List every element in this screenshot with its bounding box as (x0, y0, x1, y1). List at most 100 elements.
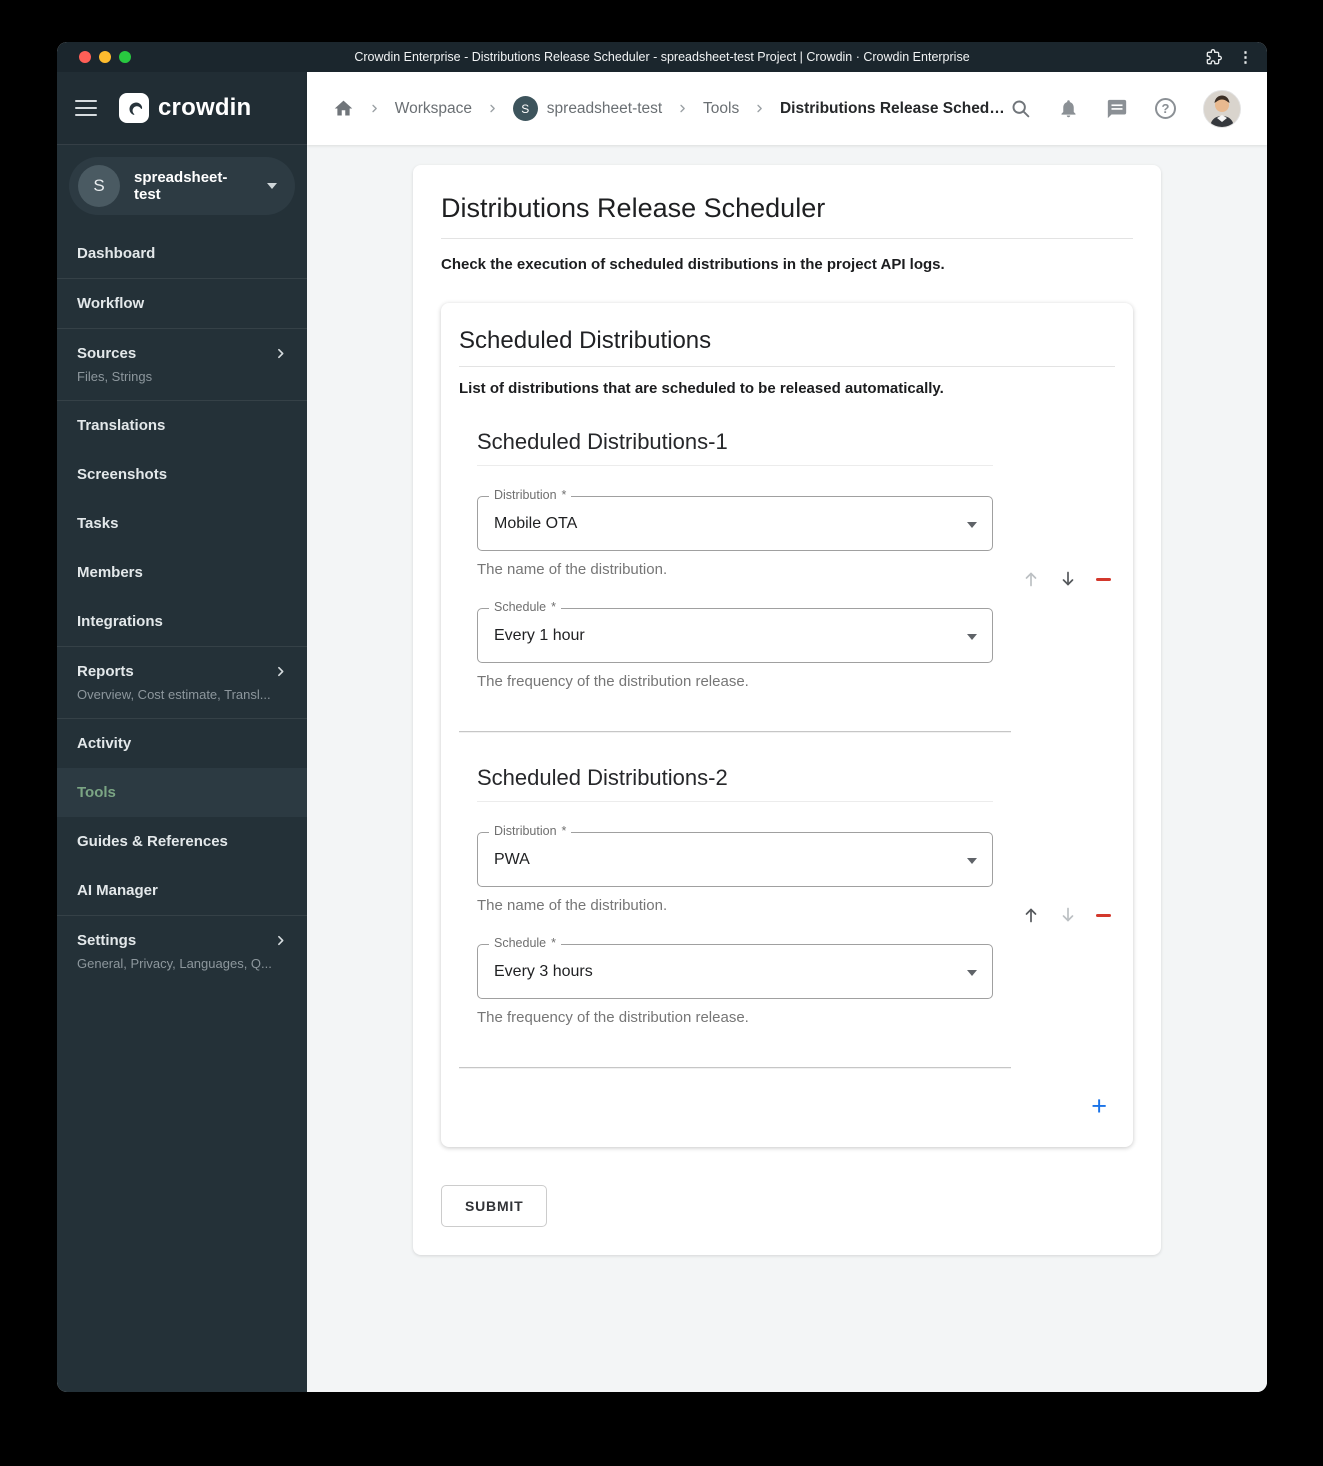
distribution-field: Distribution * PWA The name of the distr… (477, 824, 993, 914)
project-selector[interactable]: S spreadsheet-test (69, 157, 295, 215)
panel-title: Scheduled Distributions (459, 327, 1115, 367)
schedule-select[interactable]: Schedule * Every 3 hours (477, 936, 993, 999)
schedule-field: Schedule * Every 1 hour The frequency of… (477, 600, 993, 690)
sidebar-item-tasks[interactable]: Tasks (57, 499, 307, 548)
sidebar-item-sources[interactable]: Sources Files, Strings (57, 329, 307, 400)
close-window-button[interactable] (79, 51, 91, 63)
crowdin-wordmark: crowdin (158, 94, 252, 121)
selected-value: Mobile OTA (494, 514, 578, 532)
group-1-actions (1022, 570, 1111, 588)
panel-subtitle: List of distributions that are scheduled… (459, 380, 944, 397)
field-label: Schedule (494, 600, 547, 614)
move-down-icon[interactable] (1059, 570, 1077, 588)
desktop-background: Crowdin Enterprise - Distributions Relea… (0, 0, 1323, 1466)
required-mark: * (561, 824, 567, 838)
page-title: Distributions Release Scheduler (441, 193, 1133, 239)
sidebar-item-screenshots[interactable]: Screenshots (57, 450, 307, 499)
search-icon[interactable] (1010, 98, 1031, 119)
schedule-field: Schedule * Every 3 hours The frequency o… (477, 936, 993, 1026)
chevron-right-icon (278, 666, 284, 677)
browser-titlebar: Crowdin Enterprise - Distributions Relea… (57, 42, 1267, 72)
breadcrumb-workspace[interactable]: Workspace (395, 100, 472, 118)
schedule-select[interactable]: Schedule * Every 1 hour (477, 600, 993, 663)
sidebar-item-settings[interactable]: Settings General, Privacy, Languages, Q.… (57, 916, 307, 987)
breadcrumb: Workspace S spreadsheet-test Tools Distr… (333, 96, 1010, 121)
crowdin-logo-icon (119, 93, 149, 123)
breadcrumb-separator-icon (490, 104, 495, 113)
project-avatar: S (78, 165, 120, 207)
chevron-right-icon (278, 935, 284, 946)
required-mark: * (561, 488, 567, 502)
browser-window: Crowdin Enterprise - Distributions Relea… (57, 42, 1267, 1392)
field-label: Distribution (494, 824, 557, 838)
distribution-group-1: Scheduled Distributions-1 Distribution *… (477, 429, 1115, 690)
distribution-select[interactable]: Distribution * PWA (477, 824, 993, 887)
traffic-lights (79, 51, 131, 63)
group-title: Scheduled Distributions-2 (477, 765, 993, 802)
selected-value: PWA (494, 850, 530, 868)
user-avatar[interactable] (1203, 89, 1241, 128)
chevron-right-icon (278, 348, 284, 359)
dropdown-caret-icon (967, 633, 977, 640)
sidebar-item-dashboard[interactable]: Dashboard (57, 229, 307, 278)
breadcrumb-separator-icon (757, 104, 763, 113)
field-label: Distribution (494, 488, 557, 502)
sidebar-nav: Dashboard Workflow Sources Files, String… (57, 227, 307, 1392)
chevron-down-icon (267, 183, 277, 189)
browser-menu-icon[interactable]: ⋮ (1238, 48, 1253, 66)
field-label: Schedule (494, 936, 547, 950)
sidebar-item-integrations[interactable]: Integrations (57, 597, 307, 646)
breadcrumb-separator-icon (680, 104, 686, 113)
sidebar-item-translations[interactable]: Translations (57, 401, 307, 450)
chat-icon[interactable] (1106, 98, 1128, 120)
helper-text: The name of the distribution. (477, 897, 668, 914)
project-name: spreadsheet-test (134, 169, 228, 203)
breadcrumb-separator-icon (372, 104, 377, 113)
sidebar-header: crowdin (57, 72, 307, 145)
page-subtitle: Check the execution of scheduled distrib… (441, 256, 945, 273)
distribution-select[interactable]: Distribution * Mobile OTA (477, 488, 993, 551)
breadcrumb-bar: Workspace S spreadsheet-test Tools Distr… (307, 72, 1267, 145)
move-down-icon[interactable] (1059, 906, 1077, 924)
breadcrumb-tools[interactable]: Tools (703, 100, 739, 118)
remove-item-icon[interactable] (1096, 913, 1111, 917)
breadcrumb-current-page: Distributions Release Schedul... (779, 99, 1010, 117)
maximize-window-button[interactable] (119, 51, 131, 63)
dropdown-caret-icon (967, 857, 977, 864)
sidebar-item-members[interactable]: Members (57, 548, 307, 597)
submit-button[interactable]: SUBMIT (441, 1185, 548, 1227)
crowdin-logo[interactable]: crowdin (119, 93, 251, 123)
page-card: Distributions Release Scheduler Check th… (413, 165, 1161, 1255)
group-divider (459, 1067, 1011, 1069)
breadcrumb-project[interactable]: S spreadsheet-test (512, 96, 662, 121)
helper-text: The frequency of the distribution releas… (477, 673, 749, 690)
scheduled-distributions-panel: Scheduled Distributions List of distribu… (441, 303, 1133, 1147)
required-mark: * (551, 936, 556, 950)
move-up-icon[interactable] (1022, 906, 1040, 924)
project-avatar: S (512, 96, 538, 121)
minimize-window-button[interactable] (99, 51, 111, 63)
extensions-icon[interactable] (1206, 49, 1222, 65)
sidebar-item-activity[interactable]: Activity (57, 719, 307, 768)
sidebar-item-reports[interactable]: Reports Overview, Cost estimate, Transl.… (57, 647, 307, 718)
add-item-icon[interactable]: + (1091, 1093, 1107, 1120)
group-title: Scheduled Distributions-1 (477, 429, 993, 466)
sidebar-item-guides-references[interactable]: Guides & References (57, 817, 307, 866)
notifications-bell-icon[interactable] (1058, 98, 1079, 119)
content-area: Distributions Release Scheduler Check th… (307, 145, 1267, 1392)
move-up-icon[interactable] (1022, 570, 1040, 588)
selected-value: Every 1 hour (494, 626, 585, 644)
remove-item-icon[interactable] (1096, 577, 1111, 581)
help-icon[interactable]: ? (1155, 98, 1176, 119)
hamburger-menu-icon[interactable] (75, 100, 97, 116)
sidebar: crowdin S spreadsheet-test Dashboard Wor… (57, 72, 307, 1392)
sidebar-item-tools[interactable]: Tools (57, 768, 307, 817)
sidebar-item-workflow[interactable]: Workflow (57, 279, 307, 328)
dropdown-caret-icon (967, 521, 977, 528)
group-2-actions (1022, 906, 1111, 924)
home-icon[interactable] (333, 98, 354, 119)
sidebar-item-ai-manager[interactable]: AI Manager (57, 866, 307, 915)
distribution-field: Distribution * Mobile OTA The name of th… (477, 488, 993, 578)
group-divider (459, 731, 1011, 733)
required-mark: * (551, 600, 556, 614)
